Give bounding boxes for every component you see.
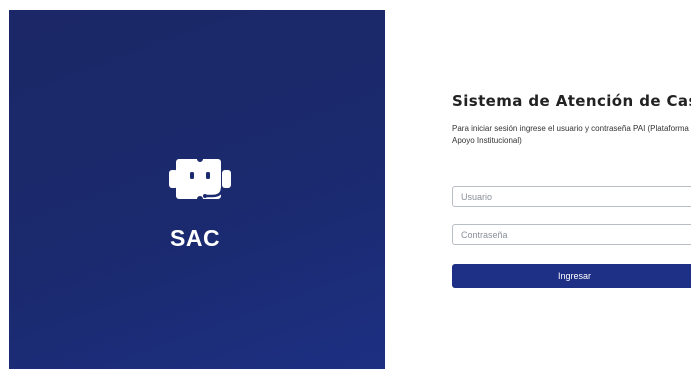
login-instructions: Para iniciar sesión ingrese el usuario y… [452,124,689,145]
username-input[interactable] [452,186,691,207]
robot-icon [167,155,233,205]
brand-panel: SAC [9,10,385,369]
password-input[interactable] [452,224,691,245]
login-form: Sistema de Atención de Casos Para inicia… [452,0,691,369]
page-title: Sistema de Atención de Casos [452,92,691,110]
login-button[interactable]: Ingresar [452,264,691,288]
